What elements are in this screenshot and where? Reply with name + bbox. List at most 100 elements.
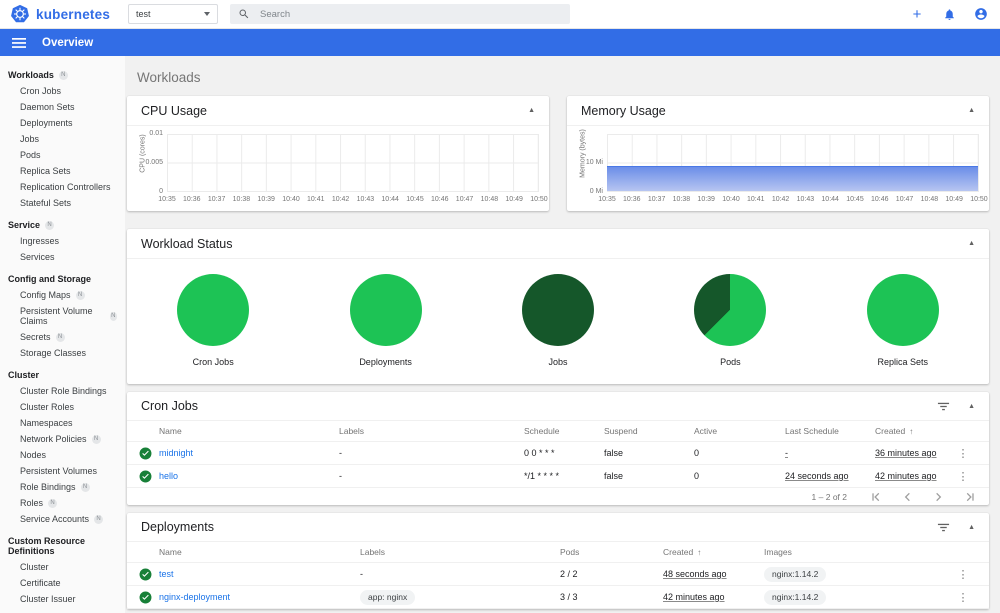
resource-name-link[interactable]: midnight	[159, 448, 339, 458]
x-tick: 10:43	[356, 196, 375, 203]
collapse-icon[interactable]: ▲	[968, 524, 975, 531]
sidebar-item[interactable]: Service Accounts N	[0, 511, 125, 527]
sidebar-item[interactable]: Cluster N	[0, 559, 125, 575]
sidebar-item[interactable]: Cron Jobs N	[0, 83, 125, 99]
x-tick: 10:45	[406, 196, 424, 203]
sidebar-item[interactable]: Config and Storage N	[0, 271, 125, 287]
x-tick: 10:36	[183, 196, 201, 203]
namespaced-badge: N	[55, 332, 65, 342]
collapse-icon[interactable]: ▲	[968, 240, 975, 247]
pie-label: Pods	[720, 357, 741, 367]
sidebar-item[interactable]: Certificate N	[0, 575, 125, 591]
sidebar-item[interactable]: Stateful Sets N	[0, 195, 125, 211]
sidebar-item[interactable]: Daemon Sets N	[0, 99, 125, 115]
y-tick: 0.01	[149, 130, 163, 137]
column-header[interactable]: Active	[694, 426, 785, 436]
last-schedule-link[interactable]: 24 seconds ago	[785, 471, 875, 481]
top-bar: kubernetes test +	[0, 0, 1000, 29]
column-header[interactable]: Labels	[360, 547, 560, 557]
filter-icon[interactable]	[937, 521, 950, 534]
last-page-icon[interactable]	[964, 491, 975, 503]
sidebar-item[interactable]: Cluster Issuer N	[0, 591, 125, 607]
x-tick: 10:47	[895, 196, 914, 203]
sidebar-item[interactable]: Role Bindings N	[0, 479, 125, 495]
sidebar-item-label: Cron Jobs	[20, 86, 62, 96]
sidebar-item[interactable]: Persistent Volumes N	[0, 463, 125, 479]
sidebar-item[interactable]: Secrets N	[0, 329, 125, 345]
notifications-button[interactable]	[940, 5, 958, 23]
previous-page-icon[interactable]	[902, 491, 913, 503]
sidebar-item[interactable]: Deployments N	[0, 115, 125, 131]
collapse-icon[interactable]: ▲	[968, 107, 975, 114]
last-schedule-link[interactable]: -	[785, 448, 875, 458]
namespace-selector[interactable]: test	[128, 4, 218, 24]
sidebar-item[interactable]: Replica Sets N	[0, 163, 125, 179]
created-link[interactable]: 36 minutes ago	[875, 448, 949, 458]
sidebar-item[interactable]: Storage Classes N	[0, 345, 125, 361]
row-menu-icon[interactable]: ⋮	[949, 591, 977, 604]
search-input[interactable]	[260, 8, 562, 20]
create-resource-button[interactable]: +	[908, 5, 926, 23]
x-tick: 10:39	[697, 196, 715, 203]
sidebar-item[interactable]: Network Policies N	[0, 431, 125, 447]
resource-name-link[interactable]: hello	[159, 471, 339, 481]
account-button[interactable]	[972, 5, 990, 23]
sidebar-item[interactable]: Service N	[0, 217, 125, 233]
column-header[interactable]: Created ↑	[663, 547, 764, 557]
column-header[interactable]: Created ↑	[875, 426, 949, 436]
sidebar-item[interactable]: Workloads N	[0, 67, 125, 83]
filter-icon[interactable]	[937, 400, 950, 413]
collapse-icon[interactable]: ▲	[968, 403, 975, 410]
resource-name-link[interactable]: nginx-deployment	[159, 592, 360, 602]
sidebar-item[interactable]: Roles N	[0, 495, 125, 511]
column-header[interactable]: Schedule	[524, 426, 604, 436]
x-tick: 10:46	[871, 196, 889, 203]
sidebar-item[interactable]: Config Maps N	[0, 287, 125, 303]
column-header[interactable]: Last Schedule	[785, 426, 875, 436]
row-menu-icon[interactable]: ⋮	[949, 470, 977, 483]
row-menu-icon[interactable]: ⋮	[949, 568, 977, 581]
column-header[interactable]: Labels	[339, 426, 524, 436]
sidebar-item[interactable]: Cluster N	[0, 367, 125, 383]
labels-cell: app: nginx	[360, 589, 560, 605]
search-bar[interactable]	[230, 4, 570, 24]
created-link[interactable]: 42 minutes ago	[875, 471, 949, 481]
sidebar-item[interactable]: Services N	[0, 249, 125, 265]
column-header[interactable]: Name	[159, 547, 360, 557]
created-link[interactable]: 48 seconds ago	[663, 569, 764, 579]
sidebar-item[interactable]: Persistent Volume Claims N	[0, 303, 125, 329]
plus-icon: +	[912, 5, 922, 23]
search-icon	[238, 8, 250, 20]
first-page-icon[interactable]	[871, 491, 882, 503]
cron-jobs-title: Cron Jobs	[141, 399, 198, 413]
sidebar-item[interactable]: Custom Resource Definitions N	[0, 533, 125, 559]
x-tick: 10:39	[257, 196, 275, 203]
resource-name-link[interactable]: test	[159, 569, 360, 579]
sidebar-nav-list: Workloads N Cron Jobs N Daemon Sets N De…	[0, 67, 125, 607]
sidebar-item-label: Service	[8, 220, 41, 230]
active-cell: 0	[694, 448, 700, 458]
pie-label: Replica Sets	[877, 357, 929, 367]
column-header[interactable]: Name	[159, 426, 339, 436]
sidebar-item[interactable]: Jobs N	[0, 131, 125, 147]
column-header[interactable]: Pods	[560, 547, 663, 557]
sidebar-item[interactable]: Namespaces N	[0, 415, 125, 431]
sidebar-item[interactable]: Cluster Role Bindings N	[0, 383, 125, 399]
column-header[interactable]: Images	[764, 547, 949, 557]
sidebar-item[interactable]: Replication Controllers N	[0, 179, 125, 195]
sidebar-item[interactable]: Cluster Roles N	[0, 399, 125, 415]
row-menu-icon[interactable]: ⋮	[949, 447, 977, 460]
namespace-value: test	[136, 9, 151, 19]
sidebar-item[interactable]: Ingresses N	[0, 233, 125, 249]
sidebar-item[interactable]: Nodes N	[0, 447, 125, 463]
memory-area-series	[607, 166, 978, 191]
created-link[interactable]: 42 minutes ago	[663, 592, 764, 602]
menu-button[interactable]	[12, 37, 26, 49]
x-tick: 10:43	[796, 196, 815, 203]
column-header[interactable]: Suspend	[604, 426, 694, 436]
kubernetes-logo[interactable]: kubernetes	[0, 4, 125, 24]
sidebar-item[interactable]: Pods N	[0, 147, 125, 163]
next-page-icon[interactable]	[933, 491, 944, 503]
collapse-icon[interactable]: ▲	[528, 107, 535, 114]
table-row: nginx-deployment app: nginx 3 / 3 42 min…	[127, 586, 989, 609]
